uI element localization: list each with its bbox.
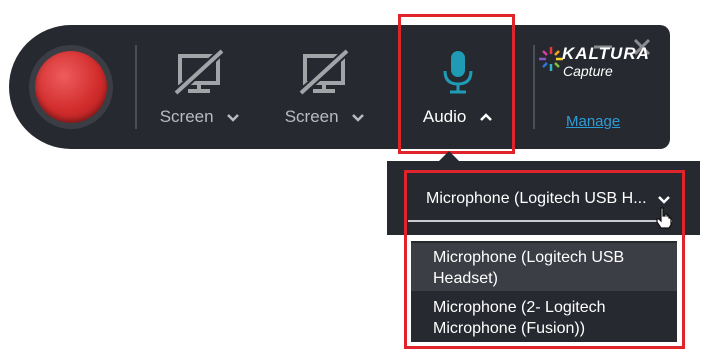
kaltura-starburst-icon	[539, 47, 563, 71]
manage-link[interactable]: Manage	[566, 113, 620, 130]
dropdown-highlight-box	[404, 170, 685, 349]
screen-source-1[interactable]: Screen	[150, 47, 250, 137]
audio-highlight-box	[398, 14, 515, 154]
kaltura-logo: KALTURA Capture	[528, 42, 650, 82]
screen-source-2-label: Screen	[284, 107, 339, 126]
hand-cursor-icon	[656, 207, 672, 229]
screen-source-2-label-row: Screen	[275, 107, 375, 127]
screen-source-2[interactable]: Screen	[275, 47, 375, 137]
divider	[135, 45, 137, 129]
screen-source-1-label-row: Screen	[150, 107, 250, 127]
screen-off-icon	[173, 49, 225, 95]
chevron-down-icon	[227, 114, 240, 122]
screen-source-1-label: Screen	[159, 107, 214, 126]
record-button[interactable]	[35, 51, 107, 123]
record-button-ring	[29, 45, 113, 129]
brand-product: Capture	[563, 63, 613, 79]
chevron-down-icon	[352, 114, 365, 122]
brand-name: KALTURA	[562, 44, 650, 63]
screen-off-icon	[298, 49, 350, 95]
